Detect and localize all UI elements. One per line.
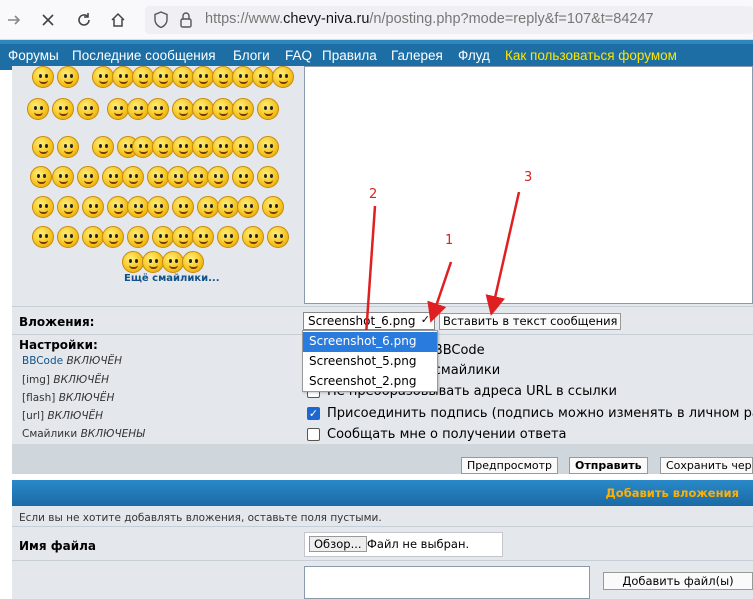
annotation-label: 2 — [369, 187, 378, 202]
annotation-label: 3 — [524, 170, 533, 185]
annotation-label: 1 — [445, 233, 454, 248]
dropdown-option[interactable]: Screenshot_6.png — [303, 332, 437, 352]
arrow-1 — [427, 261, 453, 323]
arrow-3 — [485, 191, 521, 316]
annotation-arrows — [355, 191, 521, 369]
dropdown-option[interactable]: Screenshot_5.png — [303, 352, 437, 372]
dropdown-option[interactable]: Screenshot_2.png — [303, 372, 437, 392]
attachment-dropdown: Screenshot_6.png Screenshot_5.png Screen… — [302, 330, 438, 392]
